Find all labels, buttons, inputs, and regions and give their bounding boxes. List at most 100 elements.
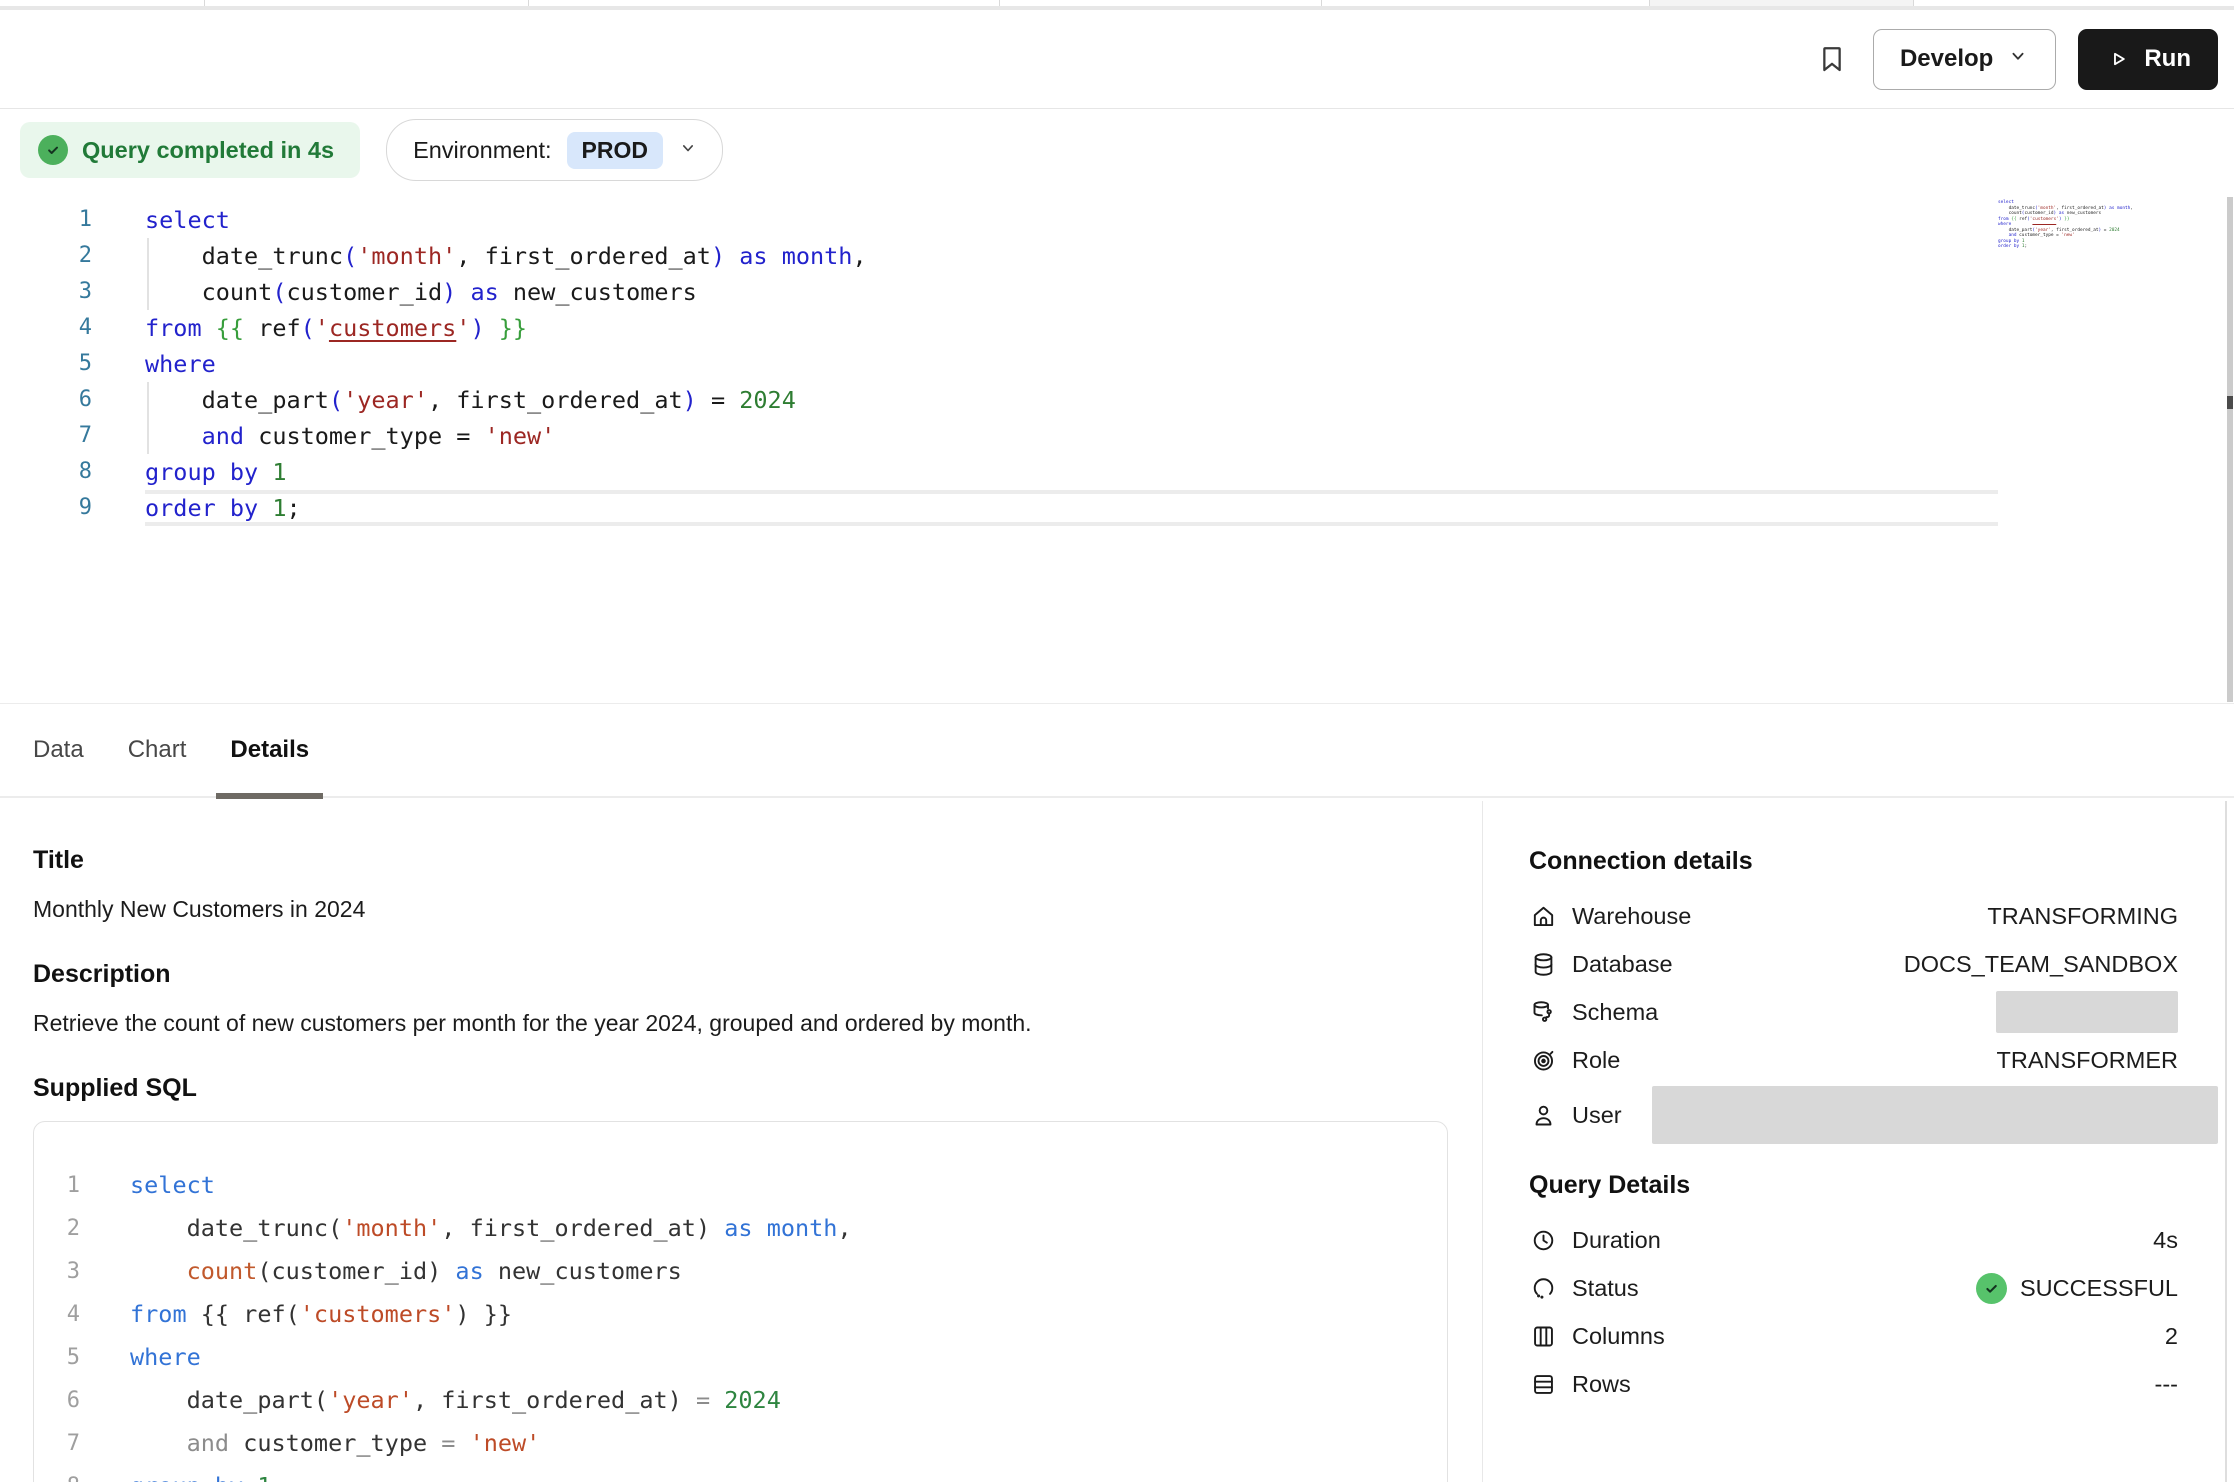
- detail-label: Warehouse: [1572, 903, 1691, 930]
- supplied-sql-code-block: 1select2 date_trunc('month', first_order…: [33, 1121, 1448, 1482]
- query-row-status: StatusSUCCESSFUL: [1529, 1264, 2178, 1312]
- page-scrollbar-track[interactable]: [2225, 801, 2227, 1482]
- code-line: 7 and customer_type = 'new': [0, 418, 2234, 454]
- editor-scrollbar[interactable]: [2227, 197, 2233, 702]
- code-text: order by 1;: [145, 490, 1998, 526]
- code-line: 9 order by 1;: [0, 490, 2234, 526]
- query-row-columns: Columns 2: [1529, 1312, 2178, 1360]
- code-text: where: [130, 1336, 1427, 1379]
- status-icon: [1529, 1274, 1557, 1302]
- detail-value: TRANSFORMING: [1987, 903, 2178, 930]
- code-text: count(customer_id) as new_customers: [130, 1250, 1427, 1293]
- line-number: 9: [0, 490, 92, 526]
- line-number: 6: [34, 1379, 80, 1422]
- code-text: group by 1: [130, 1465, 1427, 1482]
- code-line: 2 date_trunc('month', first_ordered_at) …: [0, 238, 2234, 274]
- detail-value: 2: [2165, 1323, 2178, 1350]
- line-number: 2: [34, 1207, 80, 1250]
- detail-label: Rows: [1572, 1371, 1631, 1398]
- line-number: 2: [0, 238, 92, 274]
- environment-value-pill: PROD: [567, 132, 663, 169]
- code-text: and customer_type = 'new': [130, 1422, 1427, 1465]
- open-file-tab[interactable]: [205, 0, 529, 6]
- code-line: 5 where: [0, 346, 2234, 382]
- tab-data[interactable]: Data: [33, 704, 84, 797]
- chevron-down-icon: [678, 137, 698, 164]
- open-file-tab[interactable]: [1650, 0, 1914, 6]
- code-text: count(customer_id) as new_customers: [145, 274, 1998, 310]
- tab-details[interactable]: Details: [230, 704, 309, 797]
- detail-label: Role: [1572, 1047, 1620, 1074]
- title-heading: Title: [33, 845, 1448, 875]
- detail-label: Database: [1572, 951, 1673, 978]
- detail-label: Columns: [1572, 1323, 1665, 1350]
- develop-button[interactable]: Develop: [1873, 29, 2056, 90]
- rows-icon: [1529, 1370, 1557, 1398]
- code-line: 1 select: [0, 202, 2234, 238]
- detail-value: TRANSFORMER: [1997, 1047, 2178, 1074]
- redacted-value: [1652, 1086, 2218, 1144]
- code-text: where: [145, 346, 1998, 382]
- line-number: 5: [0, 346, 92, 382]
- query-row-rows: Rows ---: [1529, 1360, 2178, 1408]
- detail-label: Schema: [1572, 999, 1658, 1026]
- play-icon: [2105, 46, 2131, 72]
- code-line: 8group by 1: [34, 1465, 1447, 1482]
- bookmark-icon[interactable]: [1815, 42, 1849, 76]
- line-number: 7: [34, 1422, 80, 1465]
- run-button[interactable]: Run: [2078, 29, 2218, 90]
- open-file-tab[interactable]: [1000, 0, 1322, 6]
- environment-dropdown[interactable]: Environment: PROD: [386, 119, 723, 181]
- open-file-tab[interactable]: [0, 0, 205, 6]
- code-text: from {{ ref('customers') }}: [145, 310, 1998, 346]
- user-icon: [1529, 1101, 1557, 1129]
- check-circle-icon: [38, 135, 68, 165]
- code-text: date_trunc('month', first_ordered_at) as…: [130, 1207, 1427, 1250]
- editor-scrollbar-thumb[interactable]: [2227, 396, 2233, 409]
- code-text: and customer_type = 'new': [145, 418, 1998, 454]
- connection-details-rows: Warehouse TRANSFORMING Database DOCS_TEAM_S…: [1529, 892, 2178, 1146]
- role-icon: [1529, 1046, 1557, 1074]
- duration-icon: [1529, 1226, 1557, 1254]
- detail-label: User: [1572, 1102, 1622, 1129]
- detail-label: Duration: [1572, 1227, 1661, 1254]
- code-text: from {{ ref('customers') }}: [130, 1293, 1427, 1336]
- code-line: 3 count(customer_id) as new_customers: [0, 274, 2234, 310]
- detail-value: ---: [2155, 1371, 2178, 1398]
- line-number: 6: [0, 382, 92, 418]
- description-value: Retrieve the count of new customers per …: [33, 1009, 1448, 1037]
- code-line: 5where: [34, 1336, 1447, 1379]
- editor-code-area[interactable]: 1 select2 date_trunc('month', first_order…: [0, 190, 2234, 526]
- open-file-tab[interactable]: [1322, 0, 1650, 6]
- query-status-row: Query completed in 4s Environment: PROD: [0, 110, 2234, 190]
- code-text: date_part('year', first_ordered_at) = 20…: [145, 382, 1998, 418]
- open-file-tab[interactable]: [529, 0, 1000, 6]
- query-row-duration: Duration 4s: [1529, 1216, 2178, 1264]
- connection-row-warehouse: Warehouse TRANSFORMING: [1529, 892, 2178, 940]
- tab-chart[interactable]: Chart: [128, 704, 187, 797]
- connection-row-role: Role TRANSFORMER: [1529, 1036, 2178, 1084]
- file-tab-strip: [0, 0, 2234, 10]
- detail-value: DOCS_TEAM_SANDBOX: [1904, 951, 2178, 978]
- code-text: select: [145, 202, 1998, 238]
- line-number: 1: [0, 202, 92, 238]
- detail-label: Status: [1572, 1275, 1639, 1302]
- schema-icon: [1529, 998, 1557, 1026]
- line-number: 4: [34, 1293, 80, 1336]
- description-heading: Description: [33, 959, 1448, 989]
- code-line: 8group by 1: [0, 454, 2234, 490]
- run-button-label: Run: [2144, 45, 2191, 73]
- code-text: select: [130, 1164, 1427, 1207]
- code-line: 6 date_part('year', first_ordered_at) = …: [0, 382, 2234, 418]
- query-details-heading: Query Details: [1529, 1170, 2178, 1200]
- develop-button-label: Develop: [1900, 45, 1993, 73]
- columns-icon: [1529, 1322, 1557, 1350]
- code-text: group by 1: [145, 454, 1998, 490]
- code-text: date_part('year', first_ordered_at) = 20…: [130, 1379, 1427, 1422]
- detail-value: 4s: [2153, 1227, 2178, 1254]
- editor-minimap[interactable]: select date_trunc('month', first_ordered…: [1998, 200, 2094, 250]
- ide-page: Develop Run Query completed in 4s Enviro…: [0, 0, 2234, 1482]
- code-line: 7 and customer_type = 'new': [34, 1422, 1447, 1465]
- sql-editor[interactable]: 1 select2 date_trunc('month', first_order…: [0, 190, 2234, 703]
- line-number: 7: [0, 418, 92, 454]
